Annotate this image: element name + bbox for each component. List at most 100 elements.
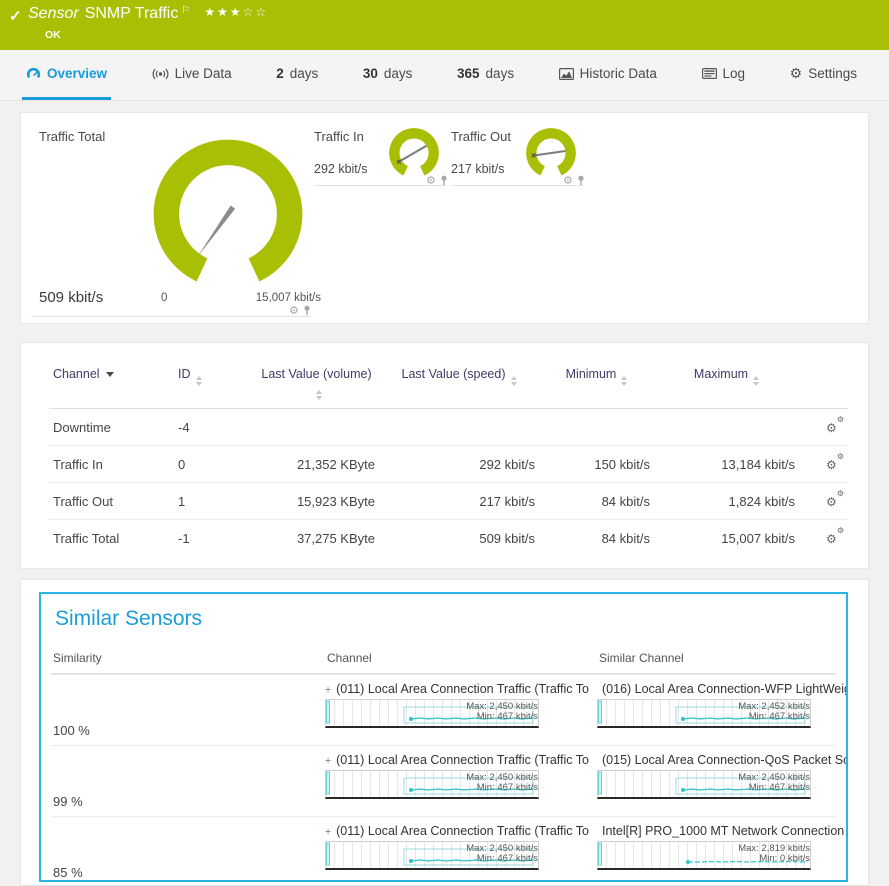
channel-max: 13,184 kbit/s [654,446,799,483]
channel-volume: 21,352 KByte [254,446,379,483]
col-header-last-value-speed[interactable]: Last Value (speed) [379,357,539,409]
channel-settings-icon[interactable]: ⚙⚙ [826,529,844,544]
graph-min-label: Min: 467 kbit/s [657,712,810,722]
tab-365-days[interactable]: 365 days [453,50,518,100]
tab-bar: Overview Live Data 2 days 30 days 365 da… [0,50,889,101]
sort-icon [196,376,202,386]
channel-speed: 509 kbit/s [379,520,539,557]
mini-graph: Max: 2,452 kbit/s Min: 467 kbit/s [597,699,811,728]
graph-min-label: Min: 467 kbit/s [385,712,538,722]
similar-sensors-title: Similar Sensors [55,607,836,631]
channel-id: -4 [174,409,254,446]
channel-min [539,409,654,446]
divider [451,185,583,186]
tab-log[interactable]: Log [698,50,750,100]
col-header-similarity: Similarity [51,651,325,665]
live-signal-icon [152,68,169,80]
priority-flag-icon[interactable]: ⚐ [181,5,190,16]
graph-min-label: Min: 0 kbit/s [657,854,810,864]
tab-30-days-number: 30 [363,66,378,81]
channel-link[interactable]: (011) Local Area Connection Traffic (Tra… [325,824,589,838]
col-header-channel: Channel [325,651,597,665]
sensor-header: ✓ SensorSNMP Traffic⚐★★★☆☆ OK [0,0,889,50]
channel-min: 84 kbit/s [539,520,654,557]
mini-graph: Max: 2,450 kbit/s Min: 467 kbit/s [325,770,539,799]
gauges-panel: Traffic Total 509 kbit/s 0 15,007 kbit/s… [20,112,869,324]
tab-live-data[interactable]: Live Data [148,50,236,100]
col-header-id[interactable]: ID [174,357,254,409]
tab-2-days[interactable]: 2 days [272,50,322,100]
priority-stars[interactable]: ★★★☆☆ [204,5,268,19]
channel-settings-icon[interactable]: ⚙⚙ [826,418,844,433]
similar-row: 99 % (011) Local Area Connection Traffic… [51,745,836,816]
channel-min: 150 kbit/s [539,446,654,483]
tab-settings[interactable]: ⚙ Settings [786,50,861,100]
channel-name: Traffic Total [49,520,174,557]
similar-channel-link[interactable]: (016) Local Area Connection-WFP LightWei… [597,682,848,696]
similar-row: 85 % (011) Local Area Connection Traffic… [51,816,836,882]
gauge-settings-icon[interactable]: ⚙ [289,306,299,316]
channel-settings-icon[interactable]: ⚙⚙ [826,492,844,507]
tab-overview[interactable]: Overview [22,50,111,100]
crosshair-icon [325,826,331,837]
col-header-channel[interactable]: Channel [49,357,174,409]
main-gauge-label: Traffic Total [39,129,105,144]
col-header-last-value-volume[interactable]: Last Value (volume) [254,357,379,409]
channel-speed: 292 kbit/s [379,446,539,483]
channel-settings-icon[interactable]: ⚙⚙ [826,455,844,470]
channel-cell: (011) Local Area Connection Traffic (Tra… [325,817,597,882]
similar-channel-link[interactable]: (015) Local Area Connection-QoS Packet S… [597,753,848,767]
main-gauge-actions[interactable]: ⚙ [289,305,312,316]
channel-speed [379,409,539,446]
graph-min-label: Min: 467 kbit/s [385,854,538,864]
channel-link[interactable]: (011) Local Area Connection Traffic (Tra… [325,753,589,767]
similar-sensors-box: Similar Sensors Similarity Channel Simil… [39,592,848,882]
chart-icon [559,68,574,80]
tab-historic-data[interactable]: Historic Data [555,50,661,100]
channel-id: 1 [174,483,254,520]
channel-name: Downtime [49,409,174,446]
channel-link[interactable]: (011) Local Area Connection Traffic (Tra… [325,682,589,696]
graph-min-label: Min: 467 kbit/s [657,783,810,793]
tab-30-days[interactable]: 30 days [359,50,417,100]
gauge-settings-icon[interactable]: ⚙ [426,176,436,186]
tab-live-data-label: Live Data [175,66,232,81]
similar-channel-link[interactable]: Intel[R] PRO_1000 MT Network Connection … [597,824,848,838]
ok-check-icon: ✓ [9,7,22,25]
settings-gear-icon: ⚙ [790,65,803,82]
tab-365-days-number: 365 [457,66,480,81]
channel-max [654,409,799,446]
tab-2-days-number: 2 [276,66,284,81]
similar-channel-cell: (015) Local Area Connection-QoS Packet S… [597,746,848,816]
table-row-traffic-in: Traffic In 0 21,352 KByte 292 kbit/s 150… [49,446,848,483]
pin-icon[interactable] [302,305,312,316]
tab-2-days-label: days [290,66,319,81]
channel-volume: 37,275 KByte [254,520,379,557]
table-row-downtime: Downtime -4 ⚙⚙ [49,409,848,446]
traffic-out-label: Traffic Out [451,129,511,144]
mini-graph: Max: 2,819 kbit/s Min: 0 kbit/s [597,841,811,870]
tab-settings-label: Settings [808,66,857,81]
gauge-settings-icon[interactable]: ⚙ [563,176,573,186]
object-kind-label: Sensor [28,5,79,22]
tab-historic-data-label: Historic Data [580,66,657,81]
tab-30-days-label: days [384,66,413,81]
col-header-minimum[interactable]: Minimum [539,357,654,409]
channel-cell: (011) Local Area Connection Traffic (Tra… [325,675,597,745]
channel-id: -1 [174,520,254,557]
gauge-icon [26,67,41,81]
channel-volume [254,409,379,446]
sort-icon [621,376,627,386]
similar-sensors-header: Similarity Channel Similar Channel [51,651,836,674]
sort-icon [753,376,759,386]
traffic-in-value: 292 kbit/s [314,162,368,176]
channel-speed: 217 kbit/s [379,483,539,520]
col-header-maximum[interactable]: Maximum [654,357,799,409]
graph-min-label: Min: 467 kbit/s [385,783,538,793]
tab-365-days-label: days [486,66,515,81]
similar-channel-cell: Intel[R] PRO_1000 MT Network Connection … [597,817,848,882]
traffic-out-value: 217 kbit/s [451,162,505,176]
channel-name: Traffic In [49,446,174,483]
page-title: SNMP Traffic [85,5,179,22]
sort-icon [316,390,322,400]
